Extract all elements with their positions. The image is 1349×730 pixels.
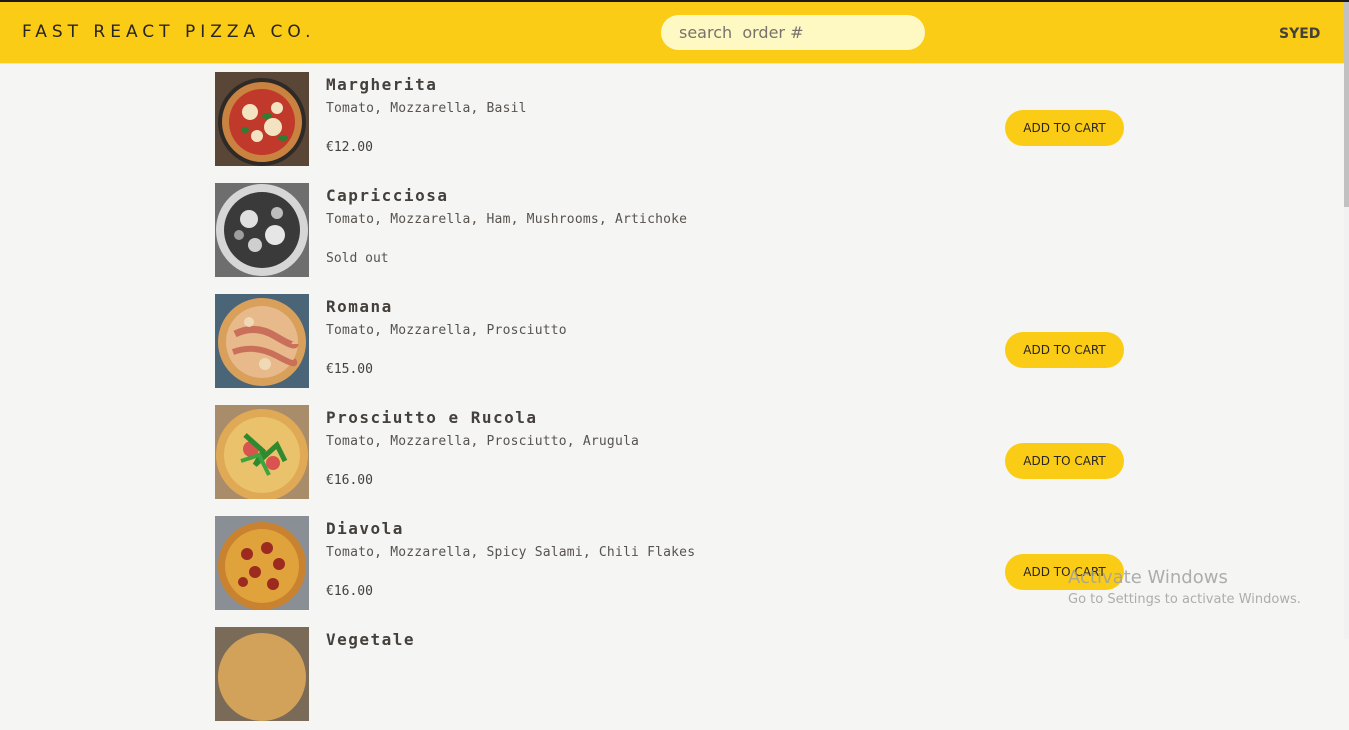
add-to-cart-button[interactable]: ADD TO CART <box>1005 443 1124 479</box>
pizza-price: €16.00 <box>326 584 373 599</box>
pizza-ingredients: Tomato, Mozzarella, Spicy Salami, Chili … <box>326 545 696 560</box>
menu-item: Prosciutto e Rucola Tomato, Mozzarella, … <box>215 397 1125 508</box>
windows-activation-watermark: Activate Windows Go to Settings to activ… <box>1068 567 1301 607</box>
pizza-ingredients: Tomato, Mozzarella, Prosciutto <box>326 323 567 338</box>
pizza-price: €16.00 <box>326 473 373 488</box>
watermark-subtitle: Go to Settings to activate Windows. <box>1068 592 1301 607</box>
add-to-cart-button[interactable]: ADD TO CART <box>1005 110 1124 146</box>
sold-out-label: Sold out <box>326 251 389 266</box>
menu-item-sold-out: Capricciosa Tomato, Mozzarella, Ham, Mus… <box>215 175 1125 286</box>
pizza-name: Vegetale <box>326 630 416 649</box>
pizza-name: Margherita <box>326 75 438 94</box>
add-to-cart-button[interactable]: ADD TO CART <box>1005 332 1124 368</box>
app-header: FAST REACT PIZZA CO. SYED <box>0 2 1344 64</box>
scrollbar-thumb[interactable] <box>1344 2 1349 207</box>
pizza-image <box>215 627 309 721</box>
pizza-price: €15.00 <box>326 362 373 377</box>
pizza-image <box>215 405 309 499</box>
menu-list: Margherita Tomato, Mozzarella, Basil €12… <box>215 64 1125 730</box>
menu-item: Margherita Tomato, Mozzarella, Basil €12… <box>215 64 1125 175</box>
search-order-input[interactable] <box>661 15 925 50</box>
pizza-name: Prosciutto e Rucola <box>326 408 538 427</box>
pizza-ingredients: Tomato, Mozzarella, Basil <box>326 101 527 116</box>
menu-item: Diavola Tomato, Mozzarella, Spicy Salami… <box>215 508 1125 619</box>
username: SYED <box>1279 26 1321 42</box>
pizza-price: €12.00 <box>326 140 373 155</box>
pizza-image <box>215 516 309 610</box>
pizza-ingredients: Tomato, Mozzarella, Ham, Mushrooms, Arti… <box>326 212 688 227</box>
pizza-image <box>215 72 309 166</box>
watermark-title: Activate Windows <box>1068 567 1228 588</box>
pizza-name: Diavola <box>326 519 404 538</box>
pizza-ingredients: Tomato, Mozzarella, Prosciutto, Arugula <box>326 434 640 449</box>
pizza-image <box>215 183 309 277</box>
app-logo[interactable]: FAST REACT PIZZA CO. <box>22 22 316 42</box>
pizza-name: Capricciosa <box>326 186 449 205</box>
pizza-name: Romana <box>326 297 393 316</box>
menu-item: Romana Tomato, Mozzarella, Prosciutto €1… <box>215 286 1125 397</box>
menu-item: Vegetale <box>215 619 1125 730</box>
page-scrollbar[interactable] <box>1344 2 1349 639</box>
pizza-image <box>215 294 309 388</box>
